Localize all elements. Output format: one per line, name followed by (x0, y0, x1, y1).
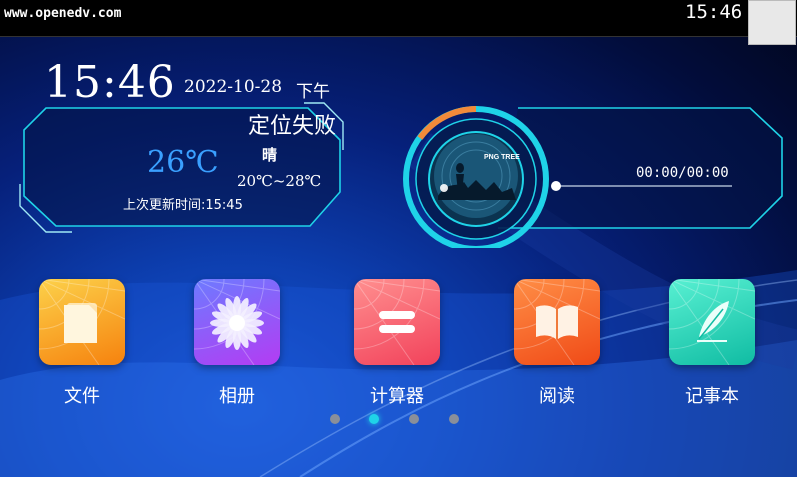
clock-date: 2022-10-28 (184, 77, 283, 97)
weather-condition: 晴 (262, 146, 278, 164)
equals-icon[interactable] (354, 279, 440, 365)
album-text: PNG TREE (484, 154, 520, 161)
corner-button[interactable] (748, 0, 796, 45)
book-icon[interactable] (514, 279, 600, 365)
weather-temperature: 26℃ (147, 145, 219, 180)
site-url: www.openedv.com (4, 6, 122, 21)
status-bar: www.openedv.com 15:46 (0, 0, 797, 37)
page-dot[interactable] (369, 414, 379, 424)
app-label: 相册 (219, 386, 255, 407)
app-file[interactable]: 文件 (39, 279, 125, 407)
app-flower[interactable]: 相册 (194, 279, 280, 407)
weather-range: 20℃~28℃ (237, 172, 322, 190)
file-icon[interactable] (39, 279, 125, 365)
status-time: 15:46 (685, 1, 743, 23)
page-dot[interactable] (330, 414, 340, 424)
app-label: 阅读 (539, 386, 575, 407)
page-dot[interactable] (409, 414, 419, 424)
app-label: 计算器 (370, 386, 424, 407)
feather-icon[interactable] (669, 279, 755, 365)
progress-knob[interactable] (551, 181, 561, 191)
weather-location: 定位失败 (248, 114, 337, 139)
flower-icon[interactable] (194, 279, 280, 365)
home-screen: www.openedv.com 15:46 15:46 2022-10-28 下… (0, 0, 797, 477)
app-equals[interactable]: 计算器 (354, 279, 440, 407)
app-label: 记事本 (685, 386, 739, 407)
app-label: 文件 (64, 386, 100, 407)
player-time: 00:00/00:00 (636, 165, 729, 181)
app-book[interactable]: 阅读 (514, 279, 600, 407)
app-feather[interactable]: 记事本 (669, 279, 755, 407)
clock-ampm: 下午 (296, 82, 330, 102)
music-player: PNG TREE (403, 106, 783, 248)
page-dot[interactable] (449, 414, 459, 424)
weather-updated: 上次更新时间:15:45 (123, 198, 243, 213)
